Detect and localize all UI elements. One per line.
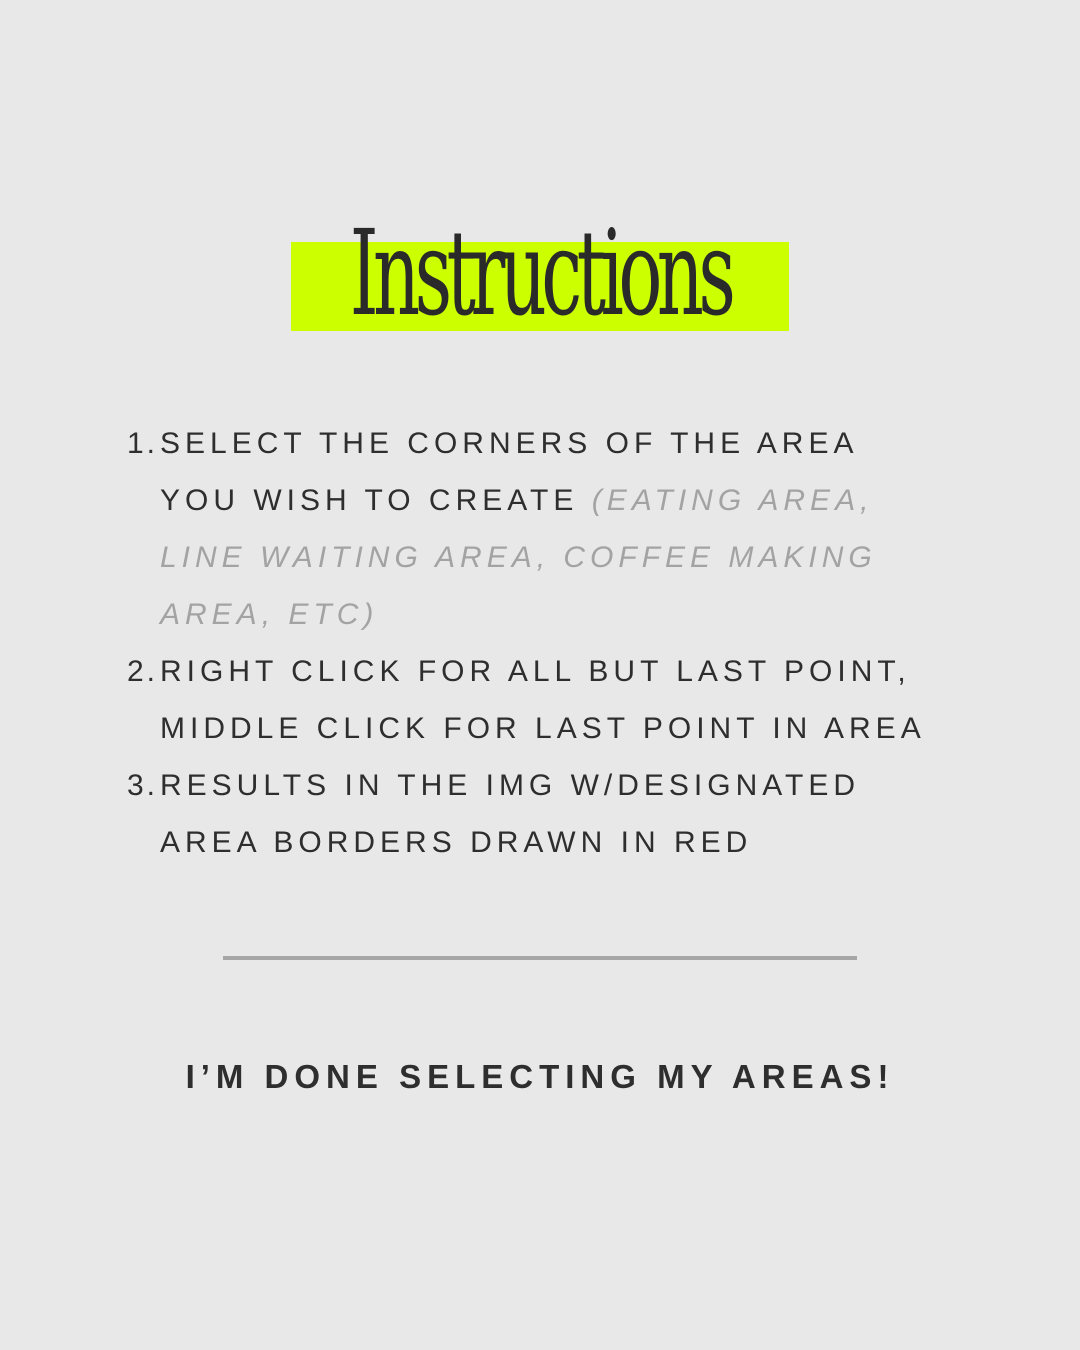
step-aside-line: AREA, ETC) bbox=[160, 598, 379, 631]
step-line: SELECT THE CORNERS OF THE AREA bbox=[160, 427, 859, 460]
step-line: RIGHT CLICK FOR ALL BUT LAST POINT, bbox=[160, 655, 911, 688]
step-line: YOU WISH TO CREATE (EATING AREA, bbox=[160, 472, 1080, 529]
instruction-list: 1. SELECT THE CORNERS OF THE AREA YOU WI… bbox=[0, 415, 1080, 871]
step-line: AREA BORDERS DRAWN IN RED bbox=[160, 826, 753, 859]
instruction-step-1: 1. SELECT THE CORNERS OF THE AREA YOU WI… bbox=[0, 415, 1080, 643]
step-line: MIDDLE CLICK FOR LAST POINT IN AREA bbox=[160, 712, 926, 745]
page-title: Instructions bbox=[349, 204, 736, 342]
step-number: 3. bbox=[126, 769, 158, 802]
done-selecting-button[interactable]: I’M DONE SELECTING MY AREAS! bbox=[160, 1050, 920, 1104]
step-line: RESULTS IN THE IMG W/DESIGNATED bbox=[160, 769, 861, 802]
step-aside: (EATING AREA, bbox=[591, 484, 874, 517]
step-number: 1. bbox=[126, 427, 158, 460]
step-number: 2. bbox=[126, 655, 158, 688]
divider bbox=[223, 956, 857, 960]
step-aside-line: LINE WAITING AREA, COFFEE MAKING bbox=[160, 541, 877, 574]
instruction-step-3: 3. RESULTS IN THE IMG W/DESIGNATED AREA … bbox=[0, 757, 1080, 871]
instruction-step-2: 2. RIGHT CLICK FOR ALL BUT LAST POINT, M… bbox=[0, 643, 1080, 757]
step-line-text: YOU WISH TO CREATE bbox=[160, 484, 592, 517]
